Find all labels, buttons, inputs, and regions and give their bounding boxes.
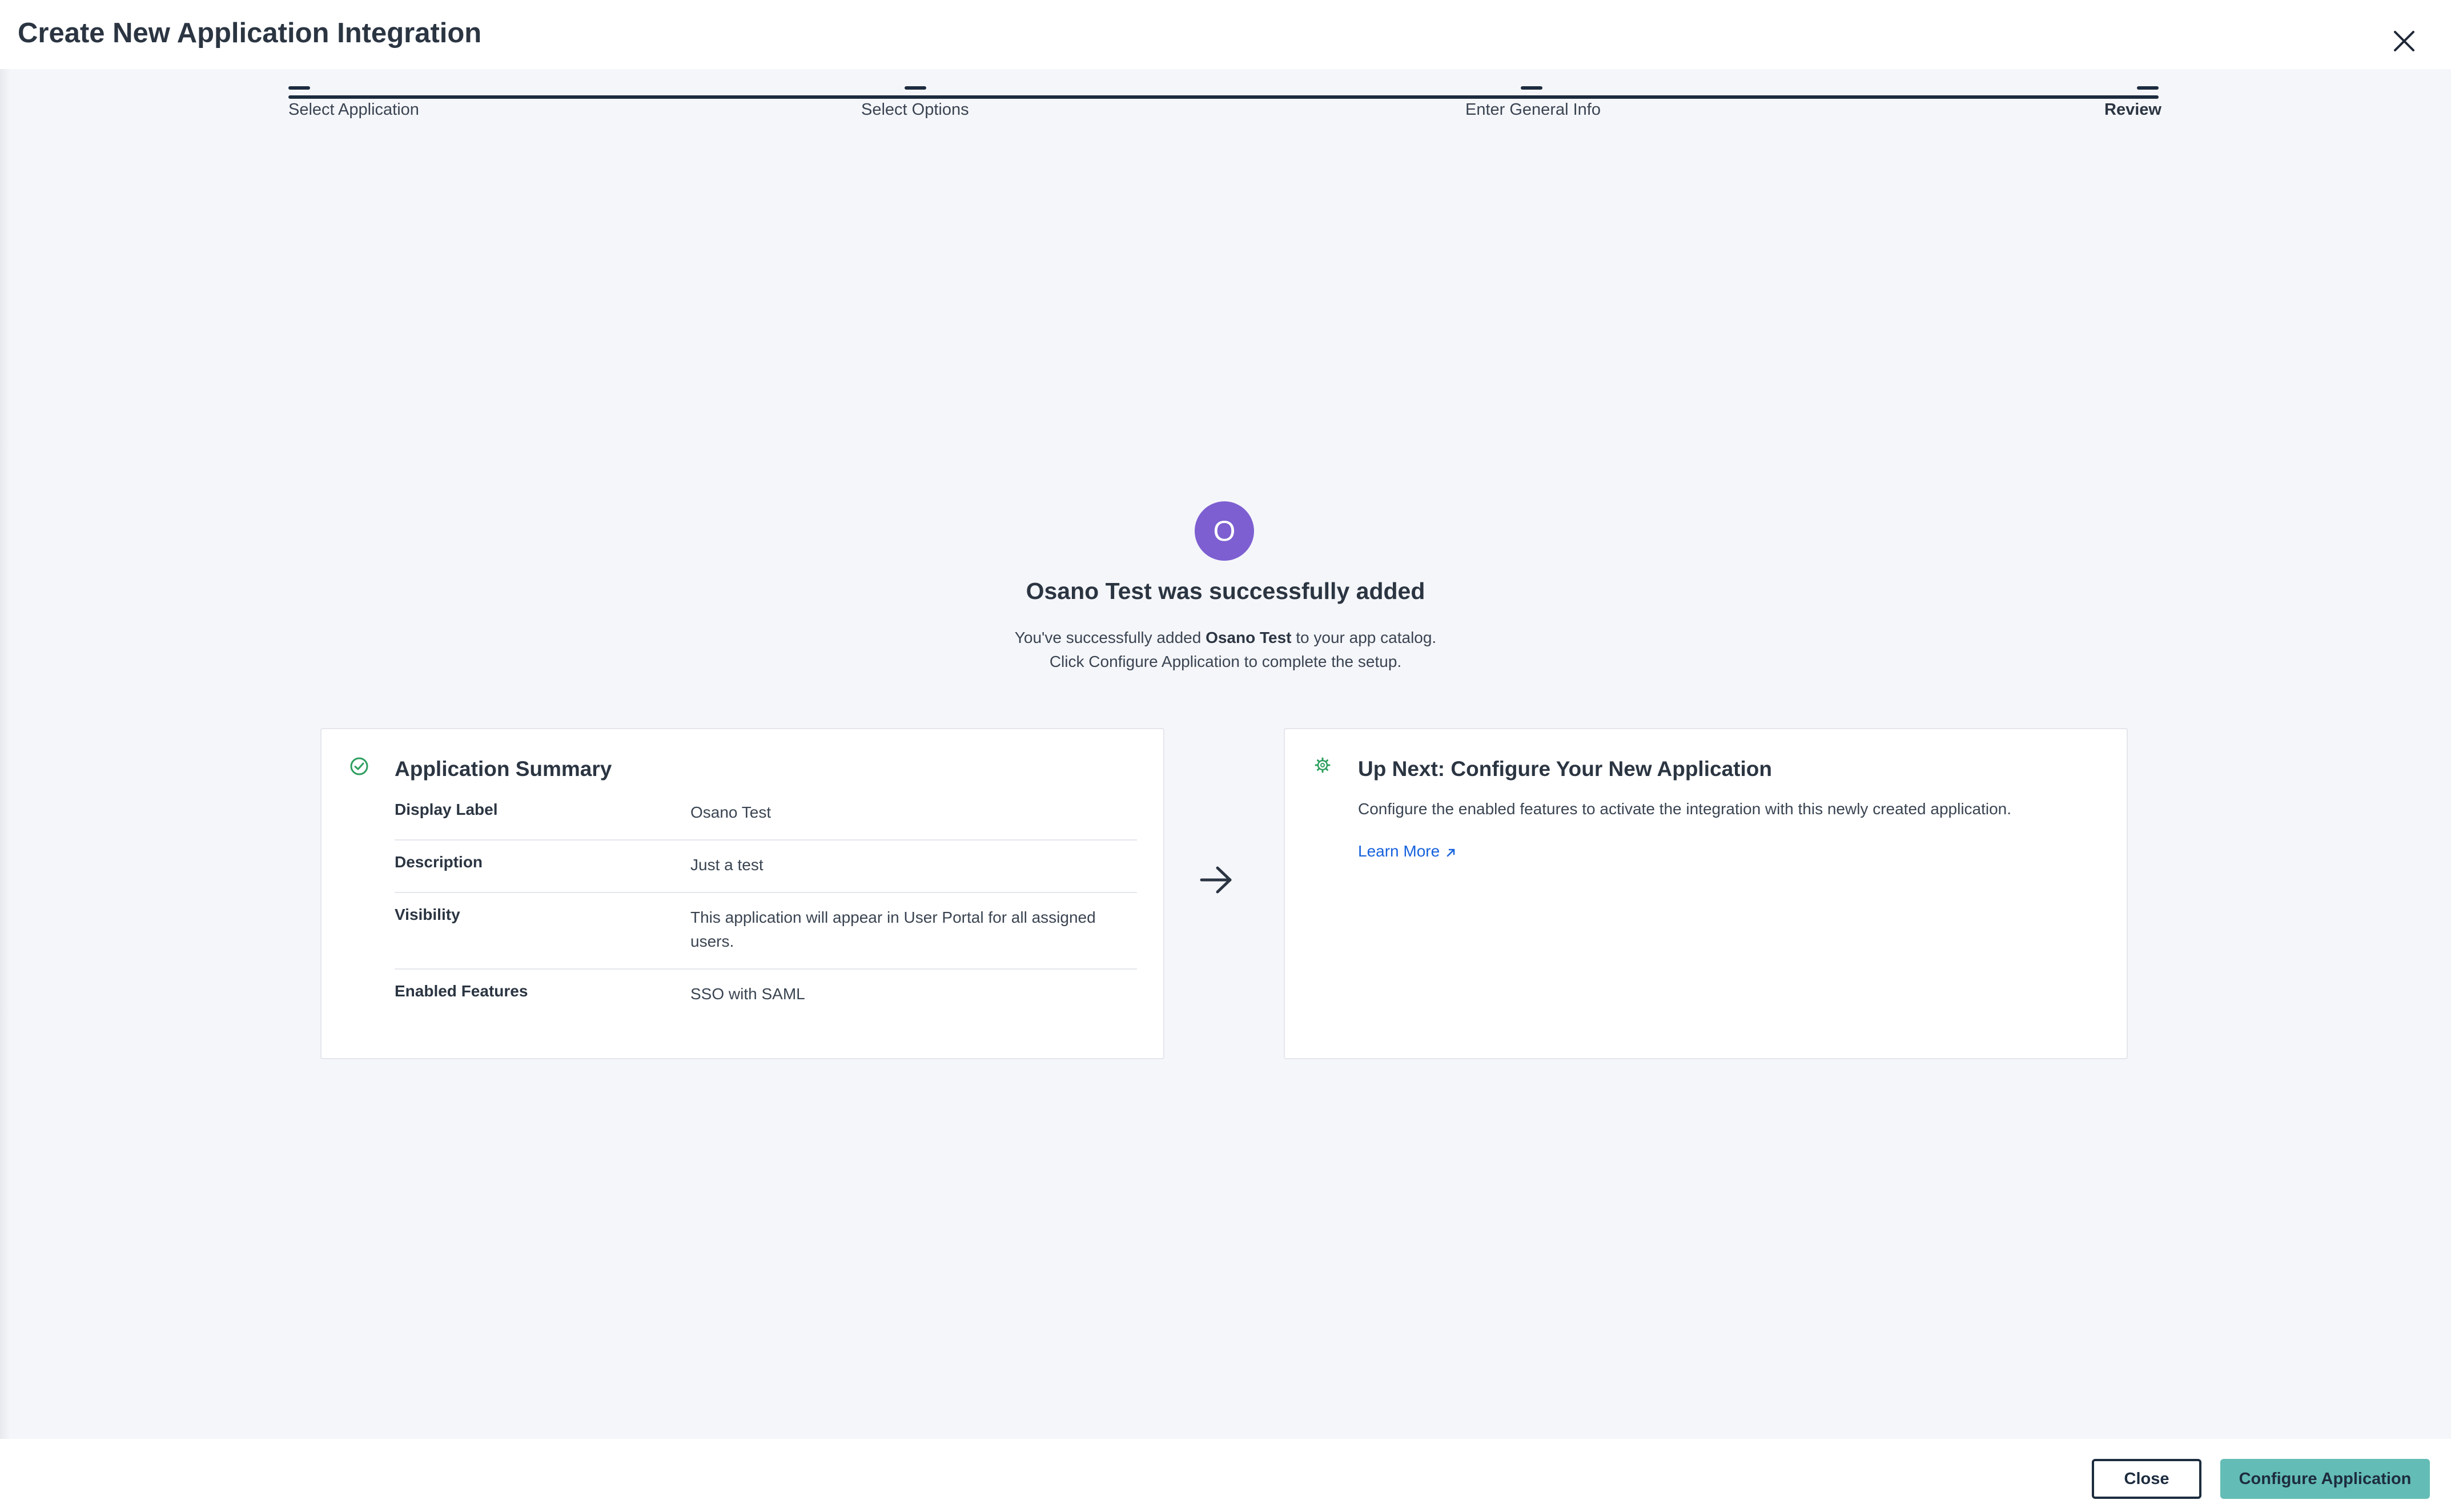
modal-footer [0,1439,2451,1512]
gear-icon [1312,756,1333,777]
modal-header: Create New Application Integration [0,0,2451,69]
success-title: Osano Test was successfully added [1026,578,1425,604]
application-summary-card: Application Summary Display Label Osano … [320,728,1164,1059]
page-title: Create New Application Integration [18,18,482,49]
up-next-description: Configure the enabled features to activa… [1358,800,2012,818]
stepper-progress-line [288,95,2159,99]
success-message: You've successfully added Osano Test to … [0,626,2451,674]
summary-value: This application will appear in User Por… [690,908,1096,950]
step-select-application[interactable]: Select Application [288,100,419,119]
summary-label: Enabled Features [395,982,528,1000]
arrow-right-icon [1199,865,1233,895]
up-next-title: Up Next: Configure Your New Application [1358,757,1772,781]
avatar: O [1195,501,1254,561]
summary-value: Just a test [690,856,764,874]
app-name: Osano Test [1206,629,1292,646]
success-message-line-1: You've successfully added Osano Test to … [1014,629,1437,646]
step-marker-1 [288,86,310,90]
step-marker-3 [1521,86,1542,90]
summary-row-visibility: Visibility This application will appear … [395,906,1137,970]
up-next-card: Up Next: Configure Your New Application … [1284,728,2128,1059]
step-marker-2 [905,86,926,90]
success-message-line-2: Click Configure Application to complete … [1049,653,1402,670]
summary-row-description: Description Just a test [395,853,1137,893]
summary-value: Osano Test [690,803,772,821]
summary-label: Display Label [395,801,498,818]
left-edge-shadow [0,69,10,1439]
external-link-icon [1447,849,1455,856]
summary-label: Visibility [395,906,460,923]
summary-title: Application Summary [395,757,612,781]
summary-value: SSO with SAML [690,985,805,1003]
step-marker-4 [2137,86,2159,90]
close-icon[interactable] [2392,29,2417,54]
configure-application-button[interactable]: Configure Application [2220,1459,2430,1499]
check-circle-icon [349,756,369,777]
summary-row-display-label: Display Label Osano Test [395,801,1137,841]
summary-label: Description [395,853,483,871]
step-review: Review [2104,100,2161,119]
step-select-options[interactable]: Select Options [861,100,969,119]
close-button[interactable]: Close [2092,1459,2201,1499]
summary-row-enabled-features: Enabled Features SSO with SAML [395,982,1137,1016]
learn-more-label: Learn More [1358,842,1440,860]
learn-more-link[interactable]: Learn More [1358,842,1457,860]
step-enter-general-info[interactable]: Enter General Info [1465,100,1601,119]
